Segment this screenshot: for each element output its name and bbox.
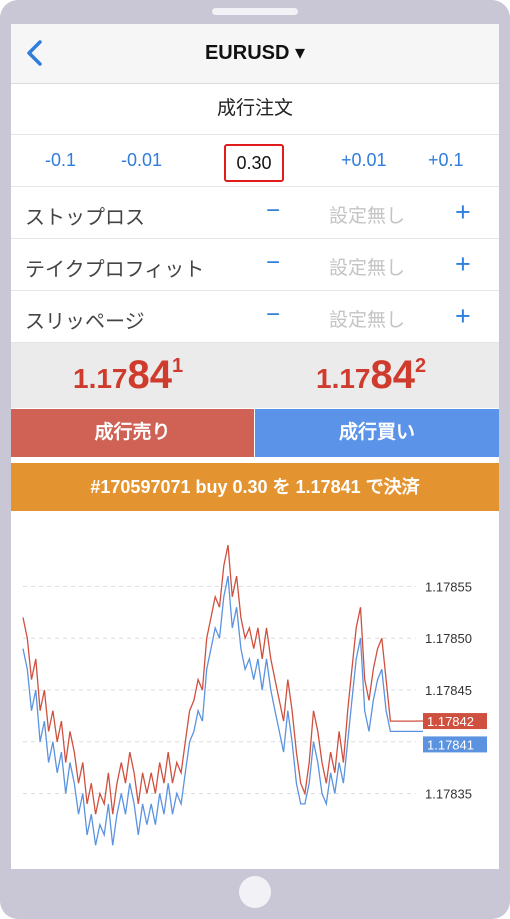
bid-price-line [22, 575, 416, 846]
home-button[interactable] [239, 876, 271, 908]
y-tick-label: 1.17845 [425, 683, 472, 698]
ask-price-line [22, 544, 416, 815]
current-price-label: 1.17841 [427, 737, 474, 752]
current-price-label: 1.17842 [427, 714, 474, 729]
y-tick-label: 1.17835 [425, 787, 472, 802]
screen: EURUSD ▾ 成行注文 -0.1 -0.01 +0.01 +0.1 0.30… [11, 24, 499, 869]
price-chart: 1.178551.178501.178451.178401.178351.178… [22, 544, 487, 846]
speaker-grille [212, 8, 298, 15]
device-frame: EURUSD ▾ 成行注文 -0.1 -0.01 +0.01 +0.1 0.30… [0, 0, 510, 919]
y-tick-label: 1.17850 [425, 631, 472, 646]
y-tick-label: 1.17855 [425, 579, 472, 594]
